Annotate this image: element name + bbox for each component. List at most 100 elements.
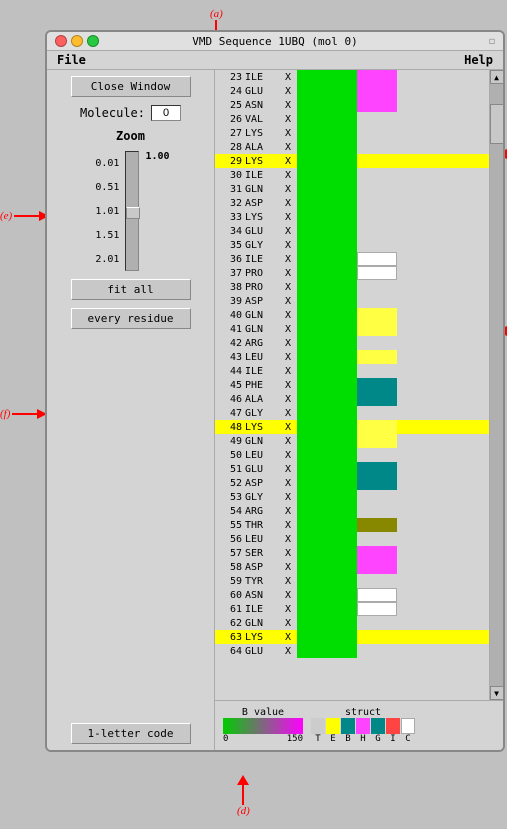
table-row[interactable]: 46 ALA X bbox=[215, 392, 489, 406]
residue-struct bbox=[357, 532, 397, 546]
table-row[interactable]: 39 ASP X bbox=[215, 294, 489, 308]
table-row[interactable]: 26 VAL X bbox=[215, 112, 489, 126]
residue-name: ASN bbox=[245, 100, 285, 111]
residue-num: 32 bbox=[215, 198, 245, 209]
menu-help[interactable]: Help bbox=[462, 53, 495, 67]
residue-num: 54 bbox=[215, 506, 245, 517]
residue-struct bbox=[357, 602, 397, 616]
scroll-down-button[interactable]: ▼ bbox=[490, 686, 504, 700]
table-row[interactable]: 32 ASP X bbox=[215, 196, 489, 210]
fit-all-button[interactable]: fit all bbox=[71, 279, 191, 300]
residue-num: 33 bbox=[215, 212, 245, 223]
bvalue-labels: 0 150 bbox=[223, 734, 303, 744]
scroll-track bbox=[490, 84, 504, 686]
one-letter-code-button[interactable]: 1-letter code bbox=[71, 723, 191, 744]
residue-bvalue bbox=[297, 168, 357, 182]
residue-struct bbox=[357, 504, 397, 518]
table-row[interactable]: 37 PRO X bbox=[215, 266, 489, 280]
table-row[interactable]: 29 LYS X bbox=[215, 154, 489, 168]
struct-label-E: E bbox=[326, 734, 340, 744]
table-row[interactable]: 38 PRO X bbox=[215, 280, 489, 294]
residue-name: ILE bbox=[245, 366, 285, 377]
table-row[interactable]: 27 LYS X bbox=[215, 126, 489, 140]
residue-bvalue bbox=[297, 546, 357, 560]
table-row[interactable]: 40 GLN X bbox=[215, 308, 489, 322]
table-row[interactable]: 59 TYR X bbox=[215, 574, 489, 588]
residue-bvalue bbox=[297, 644, 357, 658]
bvalue-label: B value bbox=[242, 707, 284, 718]
table-row[interactable]: 62 GLN X bbox=[215, 616, 489, 630]
residue-num: 49 bbox=[215, 436, 245, 447]
residue-name: ILE bbox=[245, 72, 285, 83]
title-bar: VMD Sequence 1UBQ (mol 0) ◻ bbox=[47, 32, 503, 51]
minimize-traffic-light[interactable] bbox=[71, 35, 83, 47]
table-row[interactable]: 35 GLY X bbox=[215, 238, 489, 252]
molecule-input[interactable] bbox=[151, 105, 181, 121]
residue-name: ILE bbox=[245, 604, 285, 615]
residue-bvalue bbox=[297, 154, 357, 168]
residue-num: 44 bbox=[215, 366, 245, 377]
maximize-traffic-light[interactable] bbox=[87, 35, 99, 47]
table-row[interactable]: 55 THR X bbox=[215, 518, 489, 532]
table-row[interactable]: 61 ILE X bbox=[215, 602, 489, 616]
every-residue-button[interactable]: every residue bbox=[71, 308, 191, 329]
residue-chain: X bbox=[285, 604, 297, 615]
table-row[interactable]: 45 PHE X bbox=[215, 378, 489, 392]
table-row[interactable]: 48 LYS X bbox=[215, 420, 489, 434]
table-row[interactable]: 54 ARG X bbox=[215, 504, 489, 518]
table-row[interactable]: 24 GLU X bbox=[215, 84, 489, 98]
struct-block-G bbox=[371, 718, 385, 734]
menu-file[interactable]: File bbox=[55, 53, 88, 67]
table-row[interactable]: 34 GLU X bbox=[215, 224, 489, 238]
residue-struct bbox=[357, 210, 397, 224]
seq-list[interactable]: 23 ILE X 24 GLU X 25 ASN X 26 VAL X 27 L… bbox=[215, 70, 489, 700]
table-row[interactable]: 43 LEU X bbox=[215, 350, 489, 364]
table-row[interactable]: 53 GLY X bbox=[215, 490, 489, 504]
residue-chain: X bbox=[285, 478, 297, 489]
close-window-button[interactable]: Close Window bbox=[71, 76, 191, 97]
residue-num: 28 bbox=[215, 142, 245, 153]
residue-num: 34 bbox=[215, 226, 245, 237]
table-row[interactable]: 57 SER X bbox=[215, 546, 489, 560]
table-row[interactable]: 49 GLN X bbox=[215, 434, 489, 448]
residue-name: GLU bbox=[245, 86, 285, 97]
table-row[interactable]: 47 GLY X bbox=[215, 406, 489, 420]
table-row[interactable]: 64 GLU X bbox=[215, 644, 489, 658]
residue-bvalue bbox=[297, 126, 357, 140]
residue-chain: X bbox=[285, 128, 297, 139]
table-row[interactable]: 28 ALA X bbox=[215, 140, 489, 154]
struct-block-I bbox=[386, 718, 400, 734]
table-row[interactable]: 23 ILE X bbox=[215, 70, 489, 84]
table-row[interactable]: 30 ILE X bbox=[215, 168, 489, 182]
residue-chain: X bbox=[285, 422, 297, 433]
residue-name: ASP bbox=[245, 562, 285, 573]
residue-name: LYS bbox=[245, 422, 285, 433]
table-row[interactable]: 56 LEU X bbox=[215, 532, 489, 546]
table-row[interactable]: 60 ASN X bbox=[215, 588, 489, 602]
table-row[interactable]: 58 ASP X bbox=[215, 560, 489, 574]
scroll-thumb[interactable] bbox=[490, 104, 504, 144]
table-row[interactable]: 51 GLU X bbox=[215, 462, 489, 476]
struct-block-B bbox=[341, 718, 355, 734]
scrollbar-vertical[interactable]: ▲ ▼ bbox=[489, 70, 503, 700]
residue-name: GLN bbox=[245, 184, 285, 195]
residue-num: 59 bbox=[215, 576, 245, 587]
residue-bvalue bbox=[297, 112, 357, 126]
table-row[interactable]: 36 ILE X bbox=[215, 252, 489, 266]
table-row[interactable]: 42 ARG X bbox=[215, 336, 489, 350]
close-traffic-light[interactable] bbox=[55, 35, 67, 47]
zoom-slider[interactable] bbox=[123, 151, 141, 271]
table-row[interactable]: 44 ILE X bbox=[215, 364, 489, 378]
table-row[interactable]: 50 LEU X bbox=[215, 448, 489, 462]
table-row[interactable]: 63 LYS X bbox=[215, 630, 489, 644]
table-row[interactable]: 33 LYS X bbox=[215, 210, 489, 224]
scroll-up-button[interactable]: ▲ bbox=[490, 70, 504, 84]
table-row[interactable]: 31 GLN X bbox=[215, 182, 489, 196]
residue-num: 24 bbox=[215, 86, 245, 97]
table-row[interactable]: 41 GLN X bbox=[215, 322, 489, 336]
resize-icon[interactable]: ◻ bbox=[489, 36, 495, 47]
residue-bvalue bbox=[297, 252, 357, 266]
table-row[interactable]: 25 ASN X bbox=[215, 98, 489, 112]
table-row[interactable]: 52 ASP X bbox=[215, 476, 489, 490]
residue-name: GLU bbox=[245, 464, 285, 475]
